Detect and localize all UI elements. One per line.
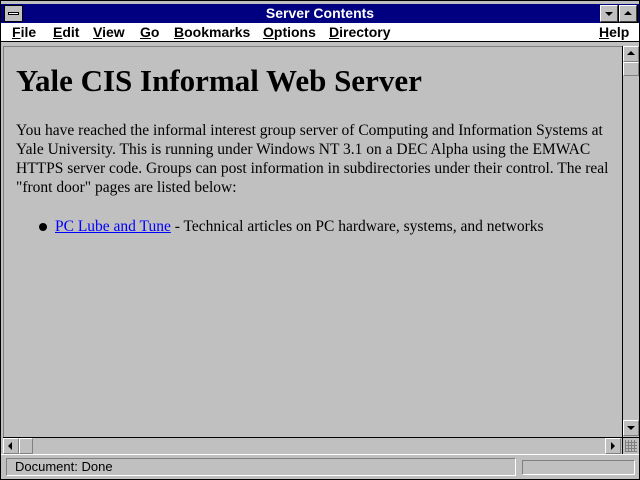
minimize-arrow-icon bbox=[605, 12, 613, 16]
menu-edit[interactable]: Edit bbox=[53, 24, 79, 41]
maximize-arrow-icon bbox=[624, 11, 632, 15]
title-bar[interactable]: Server Contents bbox=[1, 4, 639, 23]
link-list: PC Lube and Tune - Technical articles on… bbox=[16, 217, 611, 236]
menu-directory[interactable]: Directory bbox=[329, 24, 390, 41]
scroll-left-button[interactable] bbox=[3, 438, 19, 454]
status-bar: Document: Done bbox=[1, 454, 639, 479]
scroll-left-arrow-icon bbox=[8, 442, 12, 450]
menu-go[interactable]: Go bbox=[140, 24, 159, 41]
page-body: Yale CIS Informal Web Server You have re… bbox=[16, 61, 611, 236]
status-text: Document: Done bbox=[6, 458, 516, 476]
menu-help[interactable]: Help bbox=[599, 24, 629, 41]
document-view[interactable]: Yale CIS Informal Web Server You have re… bbox=[3, 46, 622, 437]
menu-bar: File Edit View Go Bookmarks Options Dire… bbox=[1, 23, 639, 42]
scroll-down-arrow-icon bbox=[627, 426, 635, 430]
vertical-scroll-thumb[interactable] bbox=[623, 62, 639, 76]
scroll-right-arrow-icon bbox=[611, 442, 615, 450]
scroll-up-button[interactable] bbox=[623, 46, 639, 62]
progress-bar bbox=[522, 460, 635, 475]
horizontal-scrollbar[interactable] bbox=[3, 437, 622, 454]
resize-corner[interactable] bbox=[622, 437, 639, 454]
horizontal-scroll-thumb[interactable] bbox=[19, 438, 33, 454]
scroll-up-arrow-icon bbox=[627, 51, 635, 55]
bullet-icon bbox=[39, 223, 47, 231]
pc-lube-and-tune-link[interactable]: PC Lube and Tune bbox=[55, 218, 171, 235]
menu-view[interactable]: View bbox=[93, 24, 125, 41]
intro-paragraph: You have reached the informal interest g… bbox=[16, 122, 609, 196]
maximize-button[interactable] bbox=[619, 5, 637, 22]
minimize-button[interactable] bbox=[600, 5, 618, 22]
link-description: - Technical articles on PC hardware, sys… bbox=[170, 218, 544, 235]
menu-options[interactable]: Options bbox=[263, 24, 316, 41]
vertical-scrollbar[interactable] bbox=[622, 46, 639, 437]
resize-grip-icon bbox=[625, 440, 637, 452]
browser-window: Server Contents File Edit View Go Bookma… bbox=[0, 0, 640, 480]
menu-bookmarks[interactable]: Bookmarks bbox=[174, 24, 250, 41]
scroll-right-button[interactable] bbox=[605, 438, 621, 454]
list-item: PC Lube and Tune - Technical articles on… bbox=[36, 217, 611, 236]
page-heading: Yale CIS Informal Web Server bbox=[16, 63, 422, 98]
window-title: Server Contents bbox=[265, 5, 375, 21]
scroll-down-button[interactable] bbox=[623, 420, 639, 436]
menu-file[interactable]: File bbox=[12, 24, 36, 41]
